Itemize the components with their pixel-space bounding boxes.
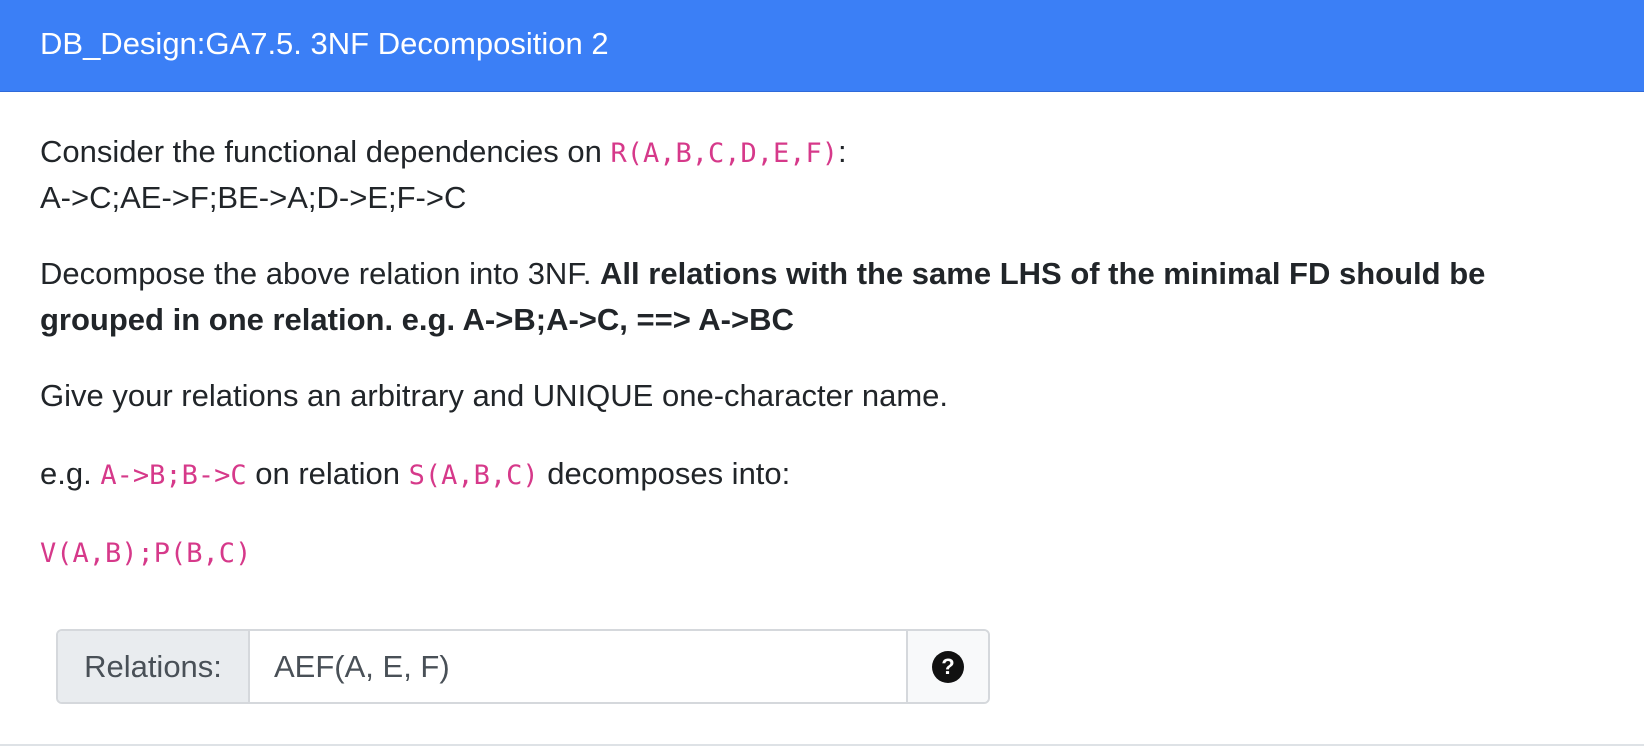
example-line: e.g. A->B;B->C on relation S(A,B,C) deco… (40, 450, 790, 500)
question-intro: Consider the functional dependencies on … (40, 128, 847, 178)
example-answer: V(A,B);P(B,C) (40, 528, 251, 578)
intro-text: Consider the functional dependencies on (40, 134, 611, 169)
example-answer-code: V(A,B);P(B,C) (40, 538, 252, 569)
page-title: DB_Design:GA7.5. 3NF Decomposition 2 (40, 26, 609, 61)
page-header: DB_Design:GA7.5. 3NF Decomposition 2 (0, 0, 1644, 92)
intro-colon: : (838, 134, 847, 169)
example-suffix: decomposes into: (538, 456, 791, 491)
naming-instruction: Give your relations an arbitrary and UNI… (40, 378, 949, 413)
example-mid: on relation (246, 456, 409, 491)
relations-input-group: Relations: ? (56, 629, 990, 704)
example-relation: S(A,B,C) (408, 460, 539, 491)
instruction-bold-1: All relations with the same LHS of the m… (600, 256, 1486, 291)
example-fds: A->B;B->C (100, 460, 247, 491)
relations-label: Relations: (58, 631, 250, 702)
question-circle-icon[interactable]: ? (932, 650, 964, 683)
instruction-bold-2: grouped in one relation. e.g. A->B;A->C,… (40, 302, 794, 337)
divider (0, 744, 1644, 746)
functional-dependencies: A->C;AE->F;BE->A;D->E;F->C (40, 180, 467, 215)
help-button[interactable]: ? (908, 631, 988, 702)
example-prefix: e.g. (40, 456, 101, 491)
relations-input[interactable] (250, 631, 908, 702)
instruction-text: Decompose the above relation into 3NF. (40, 256, 601, 291)
relation-schema: R(A,B,C,D,E,F) (610, 138, 839, 169)
instruction-line-1: Decompose the above relation into 3NF. A… (40, 250, 1485, 298)
instruction-line-2: grouped in one relation. e.g. A->B;A->C,… (40, 296, 794, 344)
